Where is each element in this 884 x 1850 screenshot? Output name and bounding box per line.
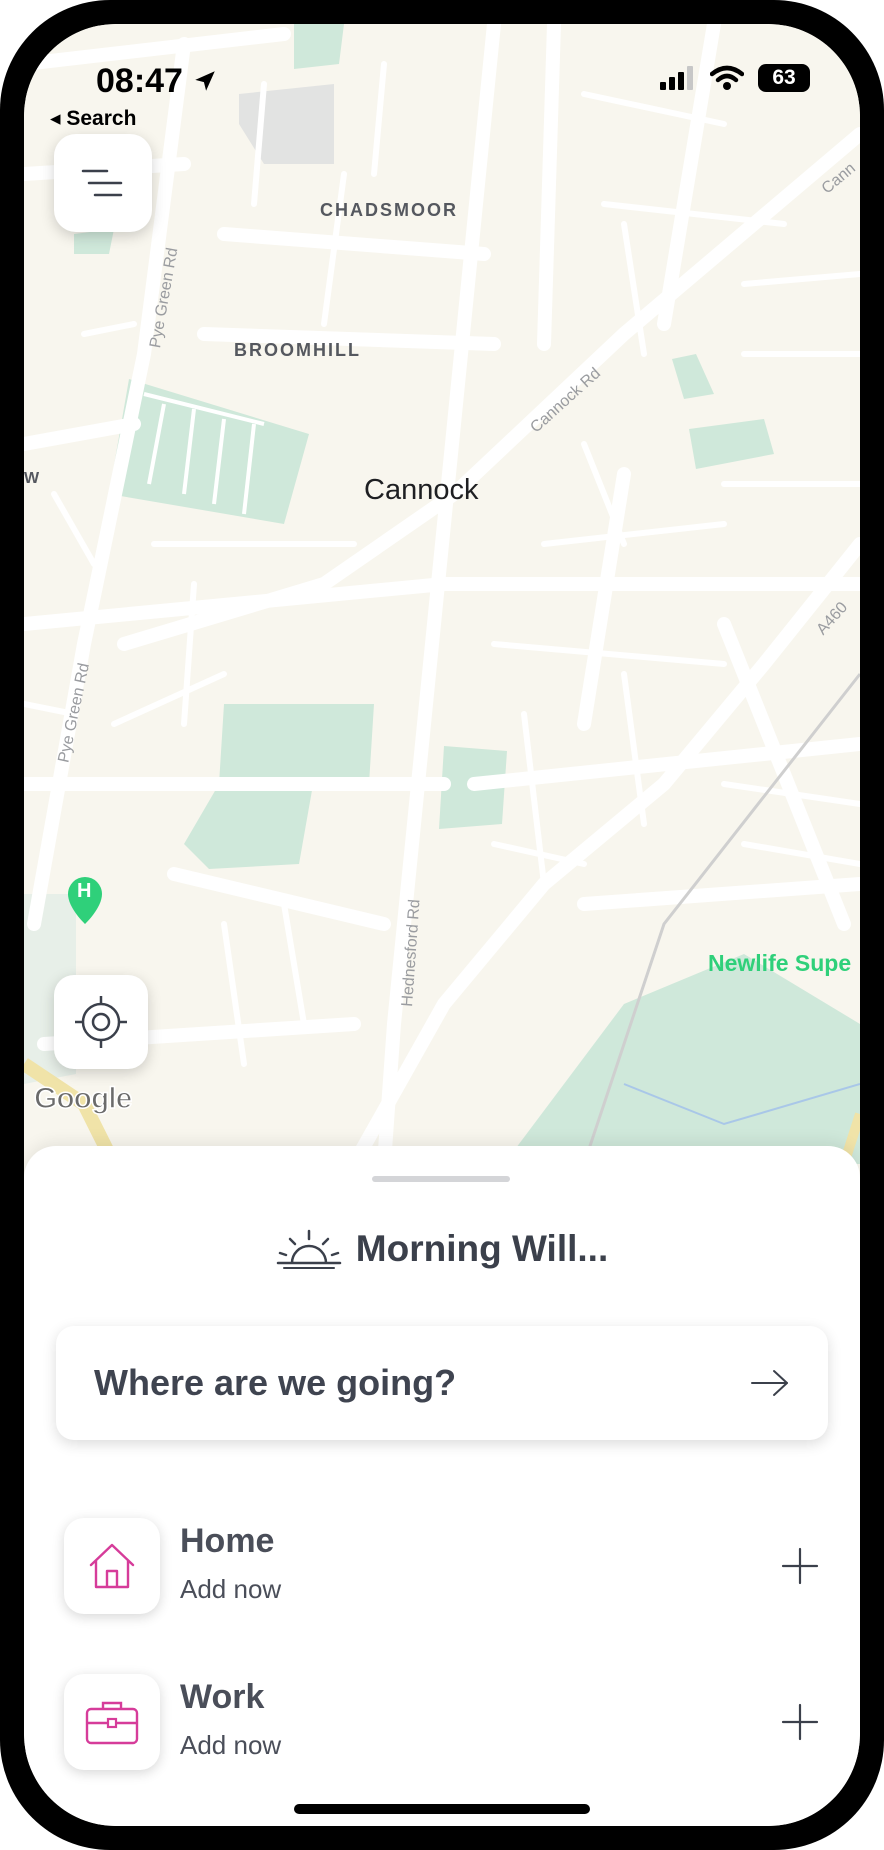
home-subtitle: Add now: [180, 1574, 282, 1604]
add-home-button[interactable]: [776, 1542, 824, 1590]
status-time: 08:47: [96, 62, 218, 101]
work-subtitle: Add now: [180, 1730, 282, 1760]
sunrise-icon: [276, 1229, 342, 1269]
poi-label[interactable]: Newlife Supe: [708, 950, 851, 977]
greeting-text: Morning Will...: [355, 1228, 609, 1269]
location-arrow-icon: [195, 71, 216, 91]
menu-icon: [81, 169, 123, 197]
plus-icon: [781, 1703, 819, 1741]
signal-icon: [660, 66, 693, 90]
work-icon-tile: [64, 1674, 160, 1770]
battery-level: 63: [772, 66, 796, 89]
destination-search-placeholder: Where are we going?: [94, 1362, 457, 1403]
saved-place-work[interactable]: Work Add now: [64, 1674, 824, 1770]
home-icon: [89, 1543, 135, 1589]
status-icons: 63: [660, 64, 810, 92]
road-label-edge-w: W: [24, 470, 40, 487]
briefcase-icon: [85, 1701, 139, 1745]
greeting: Morning Will...: [24, 1228, 860, 1270]
plus-icon: [781, 1547, 819, 1585]
status-time-text: 08:47: [96, 62, 183, 100]
city-label: Cannock: [364, 474, 479, 506]
menu-button[interactable]: [54, 134, 152, 232]
bottom-sheet: Morning Will... Where are we going? Home: [24, 1146, 860, 1826]
back-to-search[interactable]: ◂ Search: [50, 106, 136, 131]
locate-me-button[interactable]: [54, 975, 148, 1069]
device-frame: H CHADSMOOR BROOMHILL Cannock Pye Green …: [0, 0, 884, 1850]
home-indicator[interactable]: [294, 1804, 590, 1814]
screen: H CHADSMOOR BROOMHILL Cannock Pye Green …: [24, 24, 860, 1826]
add-work-button[interactable]: [776, 1698, 824, 1746]
destination-search-box[interactable]: Where are we going?: [56, 1326, 828, 1440]
google-attribution: Google: [33, 1081, 133, 1116]
wifi-icon: [710, 65, 744, 90]
home-icon-tile: [64, 1518, 160, 1614]
area-label-chadsmoor: CHADSMOOR: [320, 200, 458, 220]
work-title: Work: [180, 1678, 265, 1716]
hospital-marker-label: H: [77, 880, 92, 902]
saved-place-home[interactable]: Home Add now: [64, 1518, 824, 1614]
area-label-broomhill: BROOMHILL: [234, 340, 361, 360]
home-title: Home: [180, 1522, 275, 1560]
arrow-right-icon: [751, 1370, 788, 1396]
sheet-handle[interactable]: [372, 1176, 510, 1182]
battery-icon: 63: [758, 64, 810, 92]
locate-icon: [75, 996, 127, 1048]
